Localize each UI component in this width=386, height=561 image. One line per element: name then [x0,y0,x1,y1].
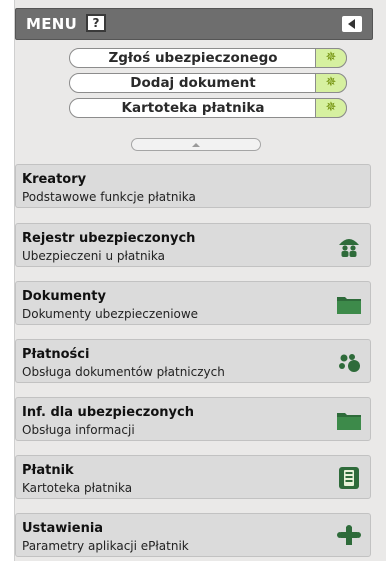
nav-item-subtitle: Ubezpieczeni u płatnika [22,249,165,263]
nav-item-subtitle: Obsługa dokumentów płatniczych [22,365,225,379]
nav-item-title: Inf. dla ubezpieczonych [22,405,194,420]
nav-item-title: Płatnik [22,463,74,478]
quick-action-zglos-ubezpieczonego[interactable]: Zgłoś ubezpieczonego ✵ [69,48,347,68]
menu-header: MENU ? [15,8,373,40]
nav-item-title: Płatności [22,347,90,362]
people-umbrella-icon [339,239,359,257]
nav-item-rejestr-ubezpieczonych[interactable]: Rejestr ubezpieczonych Ubezpieczeni u pł… [15,223,371,267]
menu-title: MENU [26,15,78,33]
nav-item-title: Kreatory [22,172,87,187]
nav-item-subtitle: Dokumenty ubezpieczeniowe [22,307,199,321]
quick-action-label: Zgłoś ubezpieczonego [108,50,278,66]
quick-action-kartoteka-platnika[interactable]: Kartoteka płatnika ✵ [69,98,347,118]
side-menu-panel: MENU ? Zgłoś ubezpieczonego ✵ Dodaj doku… [14,0,386,561]
card-file-icon [339,467,359,489]
gear-star-icon: ✵ [315,48,347,68]
nav-item-subtitle: Kartoteka płatnika [22,481,133,495]
folder-icon [337,413,361,430]
nav-item-dokumenty[interactable]: Dokumenty Dokumenty ubezpieczeniowe [15,281,371,325]
coins-icon [339,354,360,372]
nav-item-title: Ustawienia [22,521,104,536]
puzzle-icon [337,525,361,545]
nav-item-subtitle: Parametry aplikacji ePłatnik [22,539,189,553]
scroll-up-button[interactable] [131,138,261,151]
nav-item-subtitle: Obsługa informacji [22,423,135,437]
gear-star-icon: ✵ [315,73,347,93]
gear-star-icon: ✵ [315,98,347,118]
nav-item-platnik[interactable]: Płatnik Kartoteka płatnika [15,455,371,499]
nav-item-title: Rejestr ubezpieczonych [22,231,196,246]
quick-action-label: Kartoteka płatnika [121,100,265,116]
quick-action-dodaj-dokument[interactable]: Dodaj dokument ✵ [69,73,347,93]
quick-action-label: Dodaj dokument [130,75,256,91]
nav-item-platnosci[interactable]: Płatności Obsługa dokumentów płatniczych [15,339,371,383]
nav-item-title: Dokumenty [22,289,106,304]
help-button[interactable]: ? [86,14,106,32]
nav-item-subtitle: Podstawowe funkcje płatnika [22,190,196,204]
nav-item-inf-dla-ubezpieczonych[interactable]: Inf. dla ubezpieczonych Obsługa informac… [15,397,371,441]
nav-item-kreatory[interactable]: Kreatory Podstawowe funkcje płatnika [15,164,371,208]
collapse-menu-icon[interactable] [342,16,362,32]
folder-icon [337,297,361,314]
nav-item-ustawienia[interactable]: Ustawienia Parametry aplikacji ePłatnik [15,513,371,557]
